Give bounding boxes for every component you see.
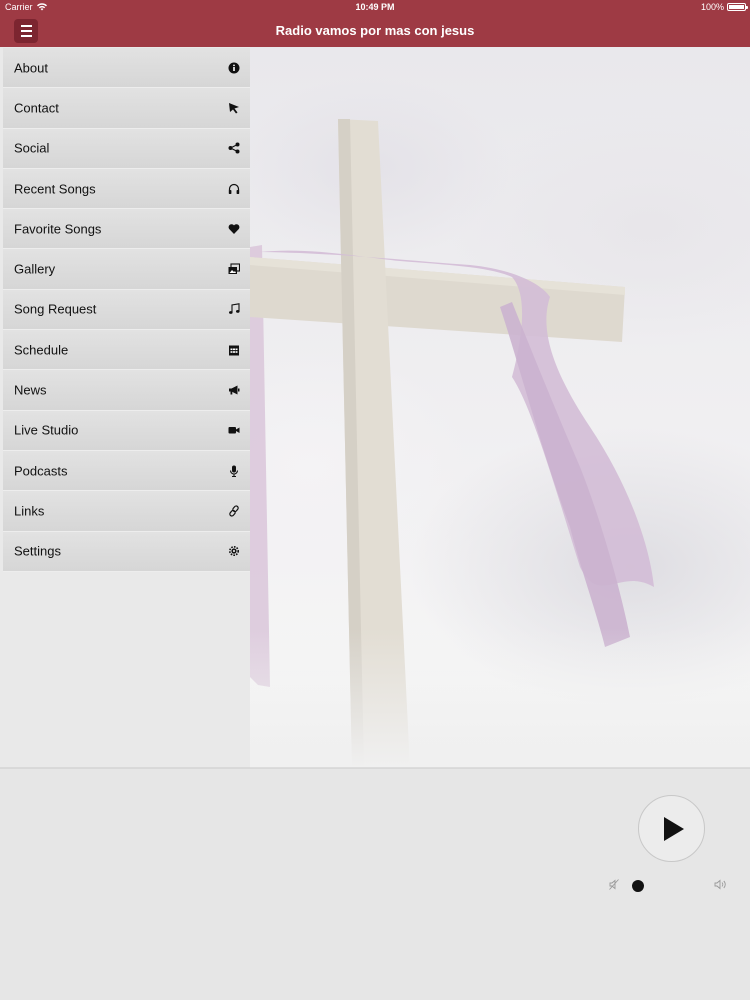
audio-player bbox=[0, 769, 750, 1000]
menu-list: About Contact Social Recent Songs Favori… bbox=[3, 48, 250, 572]
sidebar-item-schedule[interactable]: Schedule bbox=[3, 330, 250, 371]
sidebar-item-contact[interactable]: Contact bbox=[3, 88, 250, 129]
sidebar-item-about[interactable]: About bbox=[3, 48, 250, 89]
sidebar-item-label: Live Studio bbox=[14, 422, 79, 438]
status-time: 10:49 PM bbox=[355, 2, 395, 12]
background-image bbox=[250, 47, 750, 768]
sidebar-item-settings[interactable]: Settings bbox=[3, 531, 250, 572]
battery-percent: 100% bbox=[700, 2, 724, 12]
gallery-icon bbox=[227, 262, 241, 276]
sidebar-item-label: Links bbox=[14, 503, 45, 519]
sidebar-item-live-studio[interactable]: Live Studio bbox=[3, 410, 250, 451]
sidebar-item-label: Settings bbox=[14, 543, 61, 559]
sidebar-item-podcasts[interactable]: Podcasts bbox=[3, 450, 250, 492]
sidebar-item-favorite-songs[interactable]: Favorite Songs bbox=[3, 209, 250, 250]
sidebar-item-recent-songs[interactable]: Recent Songs bbox=[3, 168, 250, 210]
cursor-icon bbox=[227, 101, 241, 115]
play-icon bbox=[663, 816, 684, 841]
volume-high-icon bbox=[714, 879, 726, 890]
heart-icon bbox=[227, 222, 241, 236]
play-button[interactable] bbox=[638, 795, 705, 862]
sidebar-item-label: Social bbox=[14, 140, 50, 156]
share-icon bbox=[227, 141, 241, 155]
sidebar-item-social[interactable]: Social bbox=[3, 128, 250, 169]
sidebar-item-label: Favorite Songs bbox=[14, 221, 102, 237]
volume-mute-icon bbox=[609, 879, 619, 890]
nav-bar: Radio vamos por mas con jesus bbox=[0, 14, 750, 47]
sidebar-item-song-request[interactable]: Song Request bbox=[3, 289, 250, 331]
link-icon bbox=[227, 504, 241, 518]
gear-icon bbox=[227, 544, 241, 558]
page-title: Radio vamos por mas con jesus bbox=[275, 23, 475, 38]
battery-icon bbox=[727, 3, 748, 11]
music-note-icon bbox=[227, 302, 241, 316]
headphones-icon bbox=[227, 182, 241, 196]
sidebar-item-label: Podcasts bbox=[14, 463, 68, 479]
sidebar-item-label: Contact bbox=[14, 100, 59, 116]
microphone-icon bbox=[227, 464, 241, 478]
sidebar-item-label: Gallery bbox=[14, 261, 56, 277]
volume-slider[interactable] bbox=[625, 879, 710, 893]
sidebar-item-gallery[interactable]: Gallery bbox=[3, 249, 250, 290]
sidebar-item-label: News bbox=[14, 382, 47, 398]
sidebar-item-news[interactable]: News bbox=[3, 370, 250, 411]
sidebar-item-links[interactable]: Links bbox=[3, 491, 250, 532]
sidebar-menu: About Contact Social Recent Songs Favori… bbox=[0, 47, 250, 768]
video-camera-icon bbox=[227, 423, 241, 437]
sidebar-item-label: Schedule bbox=[14, 342, 69, 358]
sidebar-item-label: About bbox=[14, 60, 48, 76]
sidebar-item-label: Recent Songs bbox=[14, 181, 96, 197]
status-bar: Carrier 10:49 PM 100% bbox=[0, 0, 750, 14]
info-icon bbox=[227, 61, 241, 75]
calendar-icon bbox=[227, 343, 241, 357]
megaphone-icon bbox=[227, 383, 241, 397]
volume-slider-thumb[interactable] bbox=[632, 880, 644, 892]
sidebar-item-label: Song Request bbox=[14, 301, 97, 317]
